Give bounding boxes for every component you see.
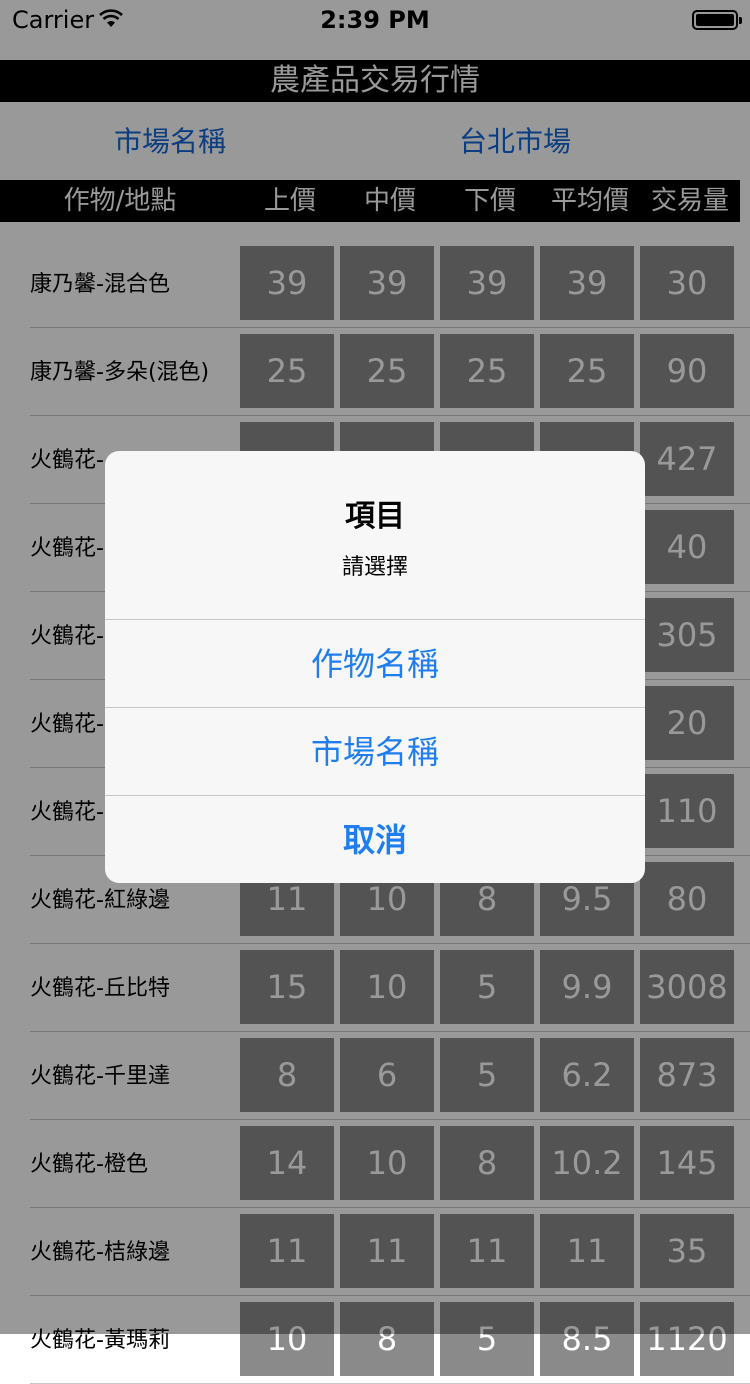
alert-dialog: 項目 請選擇 作物名稱 市場名稱 取消 xyxy=(105,451,645,883)
market-name-option-button[interactable]: 市場名稱 xyxy=(105,707,645,795)
alert-message: 請選擇 xyxy=(341,555,408,580)
crop-name-button[interactable]: 作物名稱 xyxy=(105,619,645,707)
cancel-button[interactable]: 取消 xyxy=(105,795,645,883)
alert-title: 項目 xyxy=(345,499,405,534)
